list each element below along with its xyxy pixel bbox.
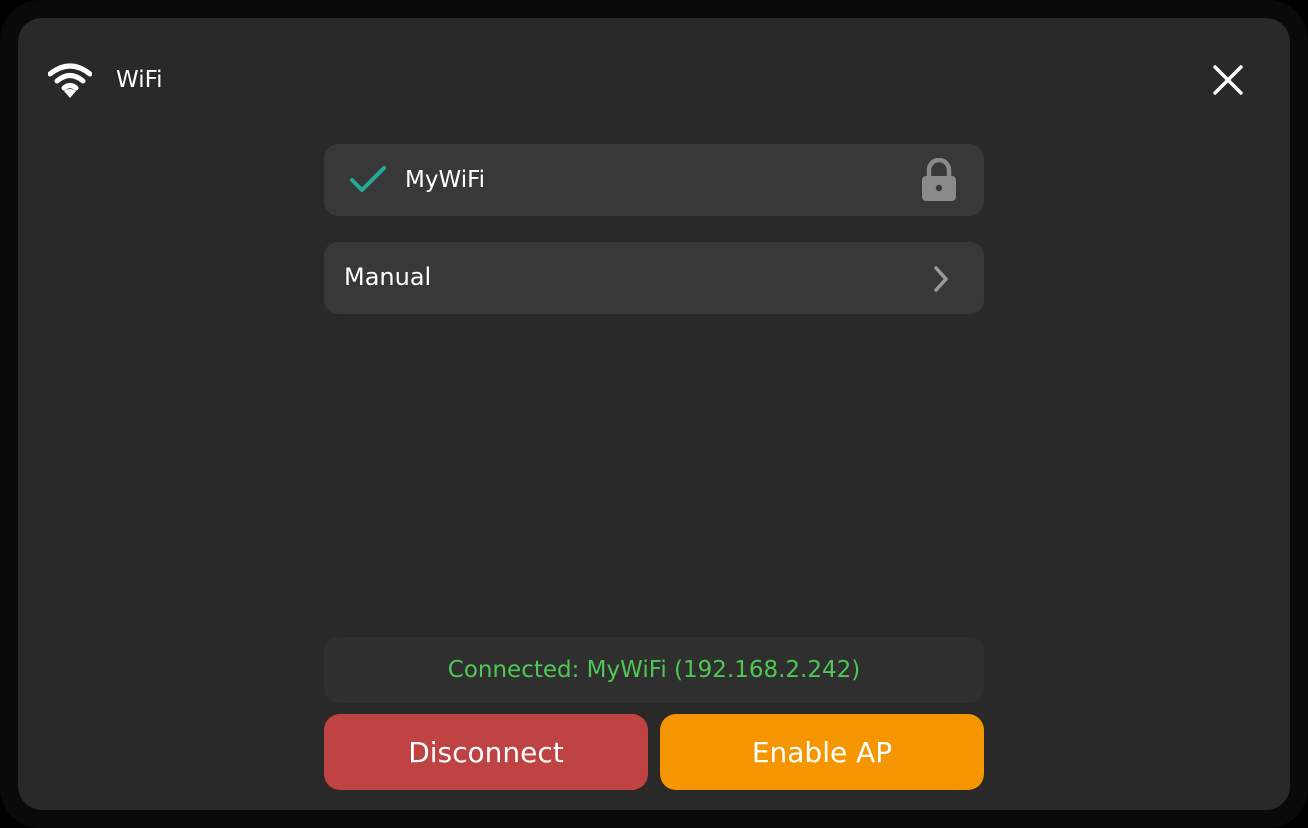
device-frame: WiFi MyWiFi Manual Connected: MyWiFi (19… [0,0,1308,828]
check-icon [348,162,388,198]
lock-icon [920,157,958,202]
network-ssid: MyWiFi [405,167,486,193]
connection-status: Connected: MyWiFi (192.168.2.242) [324,637,984,703]
wifi-screen: WiFi MyWiFi Manual Connected: MyWiFi (19… [18,18,1290,810]
manual-label: Manual [344,263,432,291]
manual-network-item[interactable]: Manual [324,242,984,314]
network-item-mywifi[interactable]: MyWiFi [324,144,984,216]
enable-ap-button[interactable]: Enable AP [660,714,984,790]
close-button[interactable] [1204,58,1252,102]
page-title: WiFi [116,67,163,93]
close-icon [1213,65,1243,95]
chevron-right-icon [926,264,956,294]
wifi-icon [47,60,93,100]
disconnect-button[interactable]: Disconnect [324,714,648,790]
